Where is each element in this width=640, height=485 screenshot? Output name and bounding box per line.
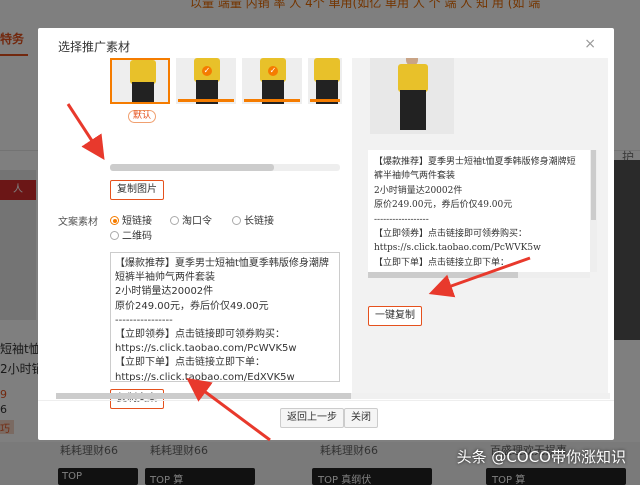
preview-vertical-scrollbar[interactable] — [590, 150, 597, 272]
material-editor: ✓ ✓ 默认 复制图片 文案素材 短链接 淘口令 长链接 二维码 【爆款推荐】夏… — [56, 58, 346, 409]
one-click-copy-button[interactable]: 一键复制 — [368, 306, 422, 326]
radio-short-link[interactable]: 短链接 — [110, 212, 152, 227]
check-icon: ✓ — [268, 66, 278, 76]
footer-divider — [38, 400, 614, 401]
radio-dot-icon — [170, 216, 179, 225]
thumbnail-image[interactable] — [308, 58, 342, 104]
close-icon[interactable]: × — [584, 36, 596, 52]
promo-material-dialog: 选择推广素材 × ✓ ✓ 默认 复制图片 文案素材 短链接 淘口令 长链接 二维… — [38, 28, 614, 440]
watermark: 头条 @COCO带你涨知识 — [456, 448, 626, 466]
preview-image — [370, 58, 454, 134]
radio-dot-icon — [110, 231, 119, 240]
preview-horizontal-scrollbar[interactable] — [368, 272, 590, 278]
thumbnail-image[interactable] — [110, 58, 170, 104]
default-badge: 默认 — [128, 110, 157, 123]
radio-dot-icon — [232, 216, 241, 225]
dialog-body: ✓ ✓ 默认 复制图片 文案素材 短链接 淘口令 长链接 二维码 【爆款推荐】夏… — [56, 58, 610, 409]
radio-long-link[interactable]: 长链接 — [232, 212, 274, 227]
thumbnail-scrollbar[interactable] — [110, 164, 340, 171]
back-button[interactable]: 返回上一步 — [280, 408, 344, 428]
close-button[interactable]: 关闭 — [344, 408, 378, 428]
check-icon: ✓ — [202, 66, 212, 76]
preview-panel: 【爆款推荐】夏季男士短袖t恤夏季韩版修身潮牌短裤半袖帅气两件套装 2小时销量达2… — [352, 58, 608, 398]
copy-text-textarea[interactable]: 【爆款推荐】夏季男士短袖t恤夏季韩版修身潮牌短裤半袖帅气两件套装 2小时销量达2… — [110, 252, 340, 382]
image-thumbnails: ✓ ✓ — [110, 58, 350, 106]
preview-text: 【爆款推荐】夏季男士短袖t恤夏季韩版修身潮牌短裤半袖帅气两件套装 2小时销量达2… — [368, 150, 590, 272]
radio-taokouling[interactable]: 淘口令 — [170, 212, 212, 227]
thumbnail-image[interactable]: ✓ — [176, 58, 236, 104]
copy-image-button[interactable]: 复制图片 — [110, 180, 164, 200]
thumbnail-image[interactable]: ✓ — [242, 58, 302, 104]
radio-qr-code[interactable]: 二维码 — [110, 227, 152, 242]
dialog-horizontal-scrollbar[interactable] — [56, 393, 610, 399]
dialog-title: 选择推广素材 — [58, 40, 131, 54]
radio-dot-icon — [110, 216, 119, 225]
copy-text-label: 文案素材 — [58, 217, 98, 228]
copy-text-button[interactable]: 复制文案 — [110, 389, 164, 409]
